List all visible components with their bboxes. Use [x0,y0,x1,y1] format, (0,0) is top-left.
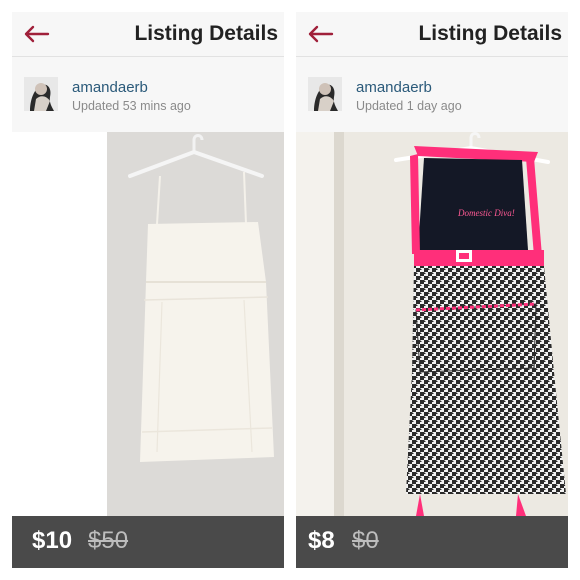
back-arrow-icon[interactable] [306,24,334,44]
listing-price: $8 [308,527,335,554]
price-bar: $8 $0 [296,516,568,568]
listing-header: Listing Details [12,12,284,57]
avatar[interactable] [24,77,58,111]
seller-username[interactable]: amandaerb [356,79,432,96]
page-title: Listing Details [134,22,278,45]
listing-panel-right: Listing Details amandaerb Updated 1 day … [296,12,568,568]
seller-row[interactable]: amandaerb Updated 1 day ago [296,57,568,131]
listing-photo[interactable] [12,132,284,516]
listing-photo[interactable]: Domestic Diva! [296,132,568,516]
updated-timestamp: Updated 1 day ago [356,99,462,113]
original-price: $50 [88,527,129,554]
apron-image: Domestic Diva! [296,132,568,516]
white-dress-image [12,132,284,516]
apron-embroidery: Domestic Diva! [457,208,515,218]
page-title: Listing Details [418,22,562,45]
updated-timestamp: Updated 53 mins ago [72,99,191,113]
back-arrow-icon[interactable] [22,24,50,44]
listing-panel-left: Listing Details amandaerb Updated 53 min… [12,12,284,568]
avatar[interactable] [308,77,342,111]
original-price: $0 [352,527,379,554]
seller-username[interactable]: amandaerb [72,79,148,96]
listing-price: $10 [32,527,73,554]
seller-row[interactable]: amandaerb Updated 53 mins ago [12,57,284,131]
price-bar: $10 $50 [12,516,284,568]
listing-header: Listing Details [296,12,568,57]
